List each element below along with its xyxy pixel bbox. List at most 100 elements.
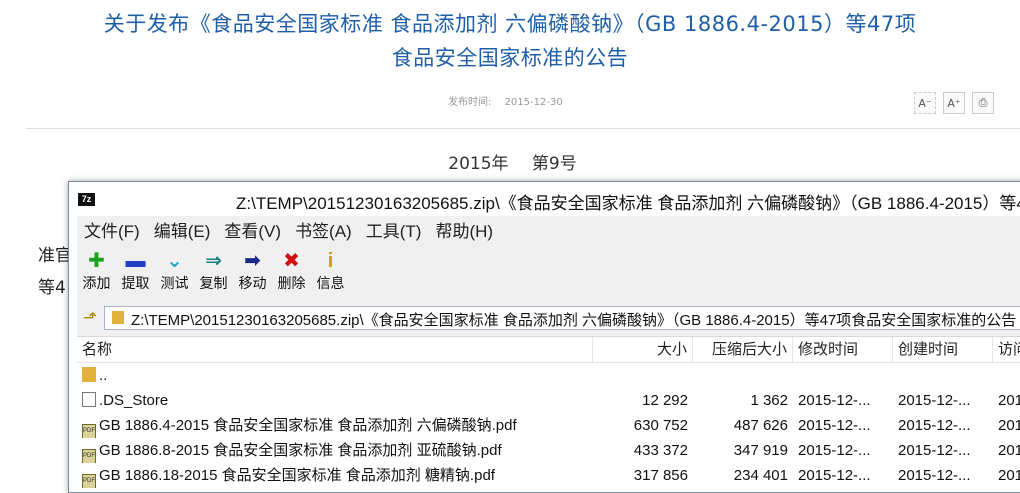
file-accessed-cell [993, 363, 1020, 388]
file-size-cell: 12 292 [642, 392, 688, 409]
delete-x-icon: ✖ [283, 250, 300, 272]
menu-item[interactable]: 帮助(H) [428, 216, 500, 246]
print-icon[interactable]: ⎙ [972, 92, 994, 114]
menu-bar: 文件(F) 编辑(E) 查看(V) 书签(A) 工具(T) 帮助(H) [77, 216, 500, 246]
file-name: .. [99, 367, 108, 384]
file-accessed-cell: 201 [998, 417, 1020, 434]
menu-item[interactable]: 查看(V) [217, 216, 288, 246]
archive-window: 7z Z:\TEMP\20151230163205685.zip\《食品安全国家… [68, 181, 1020, 493]
pdf-icon: PDF [82, 424, 96, 438]
file-name: GB 1886.4-2015 食品安全国家标准 食品添加剂 六偏磷酸钠.pdf [99, 417, 517, 434]
file-accessed-cell: 201 [998, 392, 1020, 409]
column-header[interactable]: 修改时间 [793, 337, 893, 362]
menu-item[interactable]: 书签(A) [288, 216, 359, 246]
column-header[interactable]: 名称 [77, 337, 593, 362]
check-icon: ⌄ [166, 250, 183, 272]
file-modified-cell: 2015-12-... [798, 417, 871, 434]
column-header[interactable]: 大小 [593, 337, 693, 362]
document-number: 2015年 第9号 [0, 149, 1020, 174]
file-packed-cell: 347 919 [733, 442, 788, 459]
pdf-icon: PDF [82, 474, 96, 488]
file-name-cell: .. [77, 363, 593, 388]
toolbar-button-info[interactable]: i 信息 [311, 247, 350, 299]
copy-arrow-icon: ⇒ [205, 250, 222, 272]
file-list-header: 名称大小压缩后大小修改时间创建时间访问时间 [77, 337, 1020, 363]
file-row[interactable]: PDF GB 1886.8-2015 食品安全国家标准 食品添加剂 亚硫酸钠.pd… [77, 438, 1020, 463]
toolbar-button-plus[interactable]: ✚ 添加 [77, 247, 116, 299]
toolbar-button-minus[interactable]: ▬ 提取 [116, 247, 155, 299]
publish-meta: 发布时间: 2015-12-30 [448, 93, 563, 108]
file-name: GB 1886.18-2015 食品安全国家标准 食品添加剂 糖精钠.pdf [99, 467, 495, 484]
toolbar-button-label: 移动 [238, 275, 267, 291]
document-year: 2015年 [448, 154, 509, 174]
body-text-fragment: 等4 [38, 278, 66, 298]
window-titlebar[interactable]: 7z Z:\TEMP\20151230163205685.zip\《食品安全国家… [69, 182, 1020, 216]
file-created-cell: 2015-12-... [898, 442, 971, 459]
file-accessed-cell: 201 [998, 442, 1020, 459]
file-row[interactable]: PDF GB 1886.18-2015 食品安全国家标准 食品添加剂 糖精钠.pd… [77, 463, 1020, 488]
font-smaller-button[interactable]: A⁻ [914, 92, 936, 114]
file-packed-cell: 1 362 [750, 392, 788, 409]
column-header[interactable]: 创建时间 [893, 337, 993, 362]
window-title: Z:\TEMP\20151230163205685.zip\《食品安全国家标准 … [236, 194, 1020, 213]
file-name: GB 1886.8-2015 食品安全国家标准 食品添加剂 亚硫酸钠.pdf [99, 442, 502, 459]
column-header[interactable]: 访问时间 [993, 337, 1020, 362]
folder-icon [112, 311, 124, 324]
info-icon: i [327, 250, 334, 272]
document-no: 第9号 [531, 154, 577, 174]
file-modified-cell: 2015-12-... [798, 467, 871, 484]
toolbar-button-label: 删除 [277, 275, 306, 291]
toolbar-button-label: 添加 [82, 275, 111, 291]
file-name: .DS_Store [99, 392, 169, 409]
menu-item[interactable]: 文件(F) [77, 216, 147, 246]
body-text-fragment: 准官 [38, 246, 72, 266]
toolbar-button-check[interactable]: ⌄ 测试 [155, 247, 194, 299]
column-header[interactable]: 压缩后大小 [693, 337, 793, 362]
file-created-cell: 2015-12-... [898, 417, 971, 434]
toolbar: ✚ 添加 ▬ 提取 ⌄ 测试 ⇒ 复制 ➡ 移动 ✖ 删除 i 信息 [77, 247, 350, 299]
toolbar-button-move-arrow[interactable]: ➡ 移动 [233, 247, 272, 299]
window-body: 文件(F) 编辑(E) 查看(V) 书签(A) 工具(T) 帮助(H) ✚ 添加 ▬ 提取 ⌄ 测试… [77, 216, 1020, 492]
file-size-cell: 433 372 [633, 442, 688, 459]
folder-icon [82, 367, 96, 382]
file-list: 名称大小压缩后大小修改时间创建时间访问时间 .. .DS_Store 12 292 1… [77, 336, 1020, 492]
file-accessed-cell: 201 [998, 467, 1020, 484]
toolbar-button-copy-arrow[interactable]: ⇒ 复制 [194, 247, 233, 299]
address-bar: ⬏ Z:\TEMP\20151230163205685.zip\《食品安全国家标… [77, 304, 1020, 332]
file-created-cell: 2015-12-... [898, 467, 971, 484]
publish-date: 2015-12-30 [504, 97, 563, 108]
menu-item[interactable]: 工具(T) [359, 216, 429, 246]
publish-label: 发布时间: [448, 97, 492, 108]
file-created-cell [893, 363, 993, 388]
menu-item[interactable]: 编辑(E) [147, 216, 218, 246]
font-larger-button[interactable]: A⁺ [943, 92, 965, 114]
file-icon [82, 392, 96, 407]
minus-icon: ▬ [125, 250, 146, 272]
pdf-icon: PDF [82, 449, 96, 463]
file-size-cell [593, 363, 693, 388]
address-field[interactable]: Z:\TEMP\20151230163205685.zip\《食品安全国家标准 … [104, 306, 1020, 330]
file-packed-cell [693, 363, 793, 388]
article-title-line1: 关于发布《食品安全国家标准 食品添加剂 六偏磷酸钠》（GB 1886.4-201… [103, 12, 917, 36]
toolbar-button-delete-x[interactable]: ✖ 删除 [272, 247, 311, 299]
file-size-cell: 317 856 [633, 467, 688, 484]
article-title-line2: 食品安全国家标准的公告 [391, 46, 629, 70]
divider [26, 128, 1020, 129]
file-name-cell: PDF GB 1886.8-2015 食品安全国家标准 食品添加剂 亚硫酸钠.pd… [77, 438, 593, 463]
file-modified-cell: 2015-12-... [798, 442, 871, 459]
file-modified-cell [793, 363, 893, 388]
file-modified-cell: 2015-12-... [798, 392, 871, 409]
plus-icon: ✚ [88, 250, 105, 272]
up-folder-icon[interactable]: ⬏ [80, 308, 100, 328]
move-arrow-icon: ➡ [244, 250, 261, 272]
toolbar-button-label: 提取 [121, 275, 150, 291]
file-row[interactable]: .. [77, 363, 1020, 388]
file-row[interactable]: .DS_Store 12 292 1 362 2015-12-... 2015-12-.… [77, 388, 1020, 413]
7zip-app-icon: 7z [78, 193, 95, 206]
article-tools: A⁻ A⁺ ⎙ [914, 92, 994, 114]
file-packed-cell: 487 626 [733, 417, 788, 434]
toolbar-button-label: 复制 [199, 275, 228, 291]
file-row[interactable]: PDF GB 1886.4-2015 食品安全国家标准 食品添加剂 六偏磷酸钠.p… [77, 413, 1020, 438]
file-size-cell: 630 752 [633, 417, 688, 434]
file-name-cell: PDF GB 1886.4-2015 食品安全国家标准 食品添加剂 六偏磷酸钠.p… [77, 413, 593, 438]
